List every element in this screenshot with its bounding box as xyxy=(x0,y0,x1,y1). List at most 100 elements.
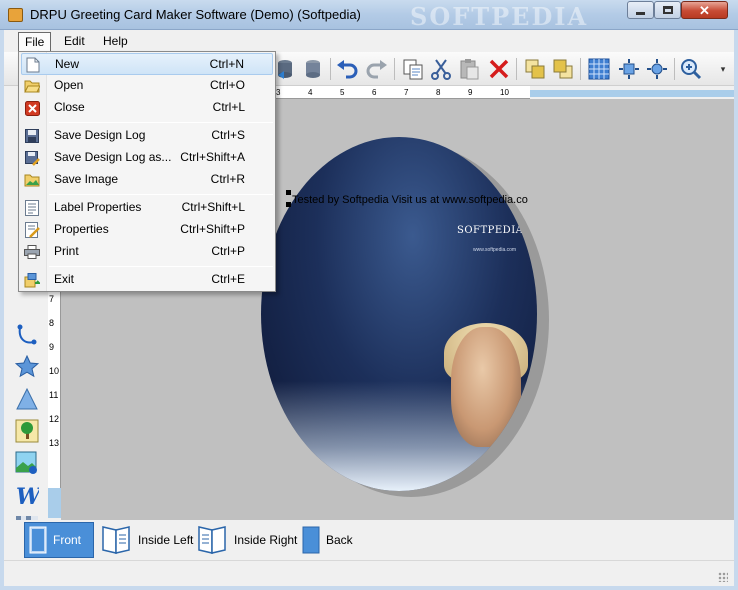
ruler-number: 11 xyxy=(49,390,59,400)
menu-item-print[interactable]: Print Ctrl+P xyxy=(21,241,273,263)
zoom-in-button[interactable] xyxy=(678,56,704,82)
menu-item-label: Open xyxy=(54,78,84,92)
database-icon xyxy=(278,60,292,79)
book-open-left-icon xyxy=(100,526,132,554)
app-icon xyxy=(8,8,23,22)
selection-handle[interactable] xyxy=(286,202,291,207)
send-back-button[interactable] xyxy=(550,56,576,82)
image-tool-button[interactable] xyxy=(14,418,40,444)
label-properties-icon xyxy=(24,200,40,216)
delete-icon xyxy=(489,59,509,79)
card-brand-url: www.softpedia.com xyxy=(473,247,517,253)
menu-item-save-design-log[interactable]: Save Design Log Ctrl+S xyxy=(21,125,273,147)
ruler-number: 5 xyxy=(340,88,345,97)
ruler-number: 9 xyxy=(468,88,473,97)
wordart-tool-button[interactable]: W xyxy=(14,482,40,508)
menu-item-exit[interactable]: Exit Ctrl+E xyxy=(21,269,273,291)
ruler-number: 9 xyxy=(49,342,55,352)
paste-icon xyxy=(460,59,479,80)
menu-item-shortcut: Ctrl+N xyxy=(209,57,244,71)
page-tab-label: Front xyxy=(53,533,82,547)
paste-button[interactable] xyxy=(456,56,482,82)
selection-handle[interactable] xyxy=(286,190,291,195)
page-tab-inside-right[interactable]: Inside Right xyxy=(192,522,297,558)
menu-item-label: Properties xyxy=(54,222,109,236)
minimize-button[interactable] xyxy=(627,1,654,19)
picture-tool-button[interactable] xyxy=(14,450,40,476)
resize-grip-icon[interactable] xyxy=(718,572,728,582)
cut-button[interactable] xyxy=(428,56,454,82)
window-title: DRPU Greeting Card Maker Software (Demo)… xyxy=(30,7,361,22)
card-text-caption[interactable]: Tested by Softpedia Visit us at www.soft… xyxy=(292,194,528,206)
maximize-button[interactable] xyxy=(654,1,681,19)
card-photo-face xyxy=(451,327,521,447)
picture-icon xyxy=(15,451,37,474)
svg-text:W: W xyxy=(16,484,39,507)
ruler-number: 12 xyxy=(49,414,60,424)
page-tab-back[interactable]: Back xyxy=(298,522,353,558)
menu-item-save-design-log-as[interactable]: Save Design Log as... Ctrl+Shift+A xyxy=(21,147,273,169)
menu-item-shortcut: Ctrl+Shift+P xyxy=(180,222,245,236)
menu-item-label: New xyxy=(55,57,80,71)
ruler-number: 10 xyxy=(49,366,60,376)
menu-item-shortcut: Ctrl+R xyxy=(210,172,245,186)
curve-tool-button[interactable] xyxy=(14,322,40,348)
bring-front-button[interactable] xyxy=(522,56,548,82)
fit-selection-icon xyxy=(647,59,667,79)
menu-separator xyxy=(49,194,273,195)
menu-item-open[interactable]: Open Ctrl+O xyxy=(21,75,273,97)
exit-icon xyxy=(24,272,40,288)
ruler-number: 3 xyxy=(276,88,281,97)
menu-bar: File Edit Help xyxy=(4,30,734,52)
menu-file[interactable]: File xyxy=(18,32,52,52)
toolbar-separator xyxy=(330,58,331,80)
menu-edit[interactable]: Edit xyxy=(58,32,91,52)
menu-separator xyxy=(49,266,273,267)
page-tab-front[interactable]: Front xyxy=(24,522,94,558)
undo-button[interactable] xyxy=(334,56,360,82)
toolbar-separator xyxy=(516,58,517,80)
menu-item-properties[interactable]: Properties Ctrl+Shift+P xyxy=(21,219,273,241)
copy-button[interactable] xyxy=(400,56,426,82)
curve-icon xyxy=(17,324,37,345)
watermark: SOFTPEDIA xyxy=(410,2,589,31)
undo-icon xyxy=(337,60,358,79)
star-tool-button[interactable] xyxy=(14,354,40,380)
menu-item-shortcut: Ctrl+L xyxy=(212,100,245,114)
toolbar-overflow-button[interactable]: ▾ xyxy=(718,56,728,82)
delete-button[interactable] xyxy=(486,56,512,82)
redo-button[interactable] xyxy=(364,56,390,82)
card-front-image[interactable]: SOFTPEDIA www.softpedia.com xyxy=(261,137,537,491)
triangle-tool-button[interactable] xyxy=(14,386,40,412)
status-bar xyxy=(4,560,734,586)
close-button[interactable]: ✕ xyxy=(681,1,728,19)
ruler-number: 13 xyxy=(49,438,60,448)
vertical-ruler-margin xyxy=(48,488,61,518)
triangle-icon xyxy=(16,387,38,410)
menu-item-label-properties[interactable]: Label Properties Ctrl+Shift+L xyxy=(21,197,273,219)
menu-item-label: Save Design Log as... xyxy=(54,150,172,164)
card-brand: SOFTPEDIA xyxy=(457,225,524,236)
close-document-icon xyxy=(24,100,40,116)
menu-item-close[interactable]: Close Ctrl+L xyxy=(21,97,273,119)
page-tab-inside-left[interactable]: Inside Left xyxy=(96,522,193,558)
book-open-right-icon xyxy=(196,526,228,554)
menu-item-save-image[interactable]: Save Image Ctrl+R xyxy=(21,169,273,191)
menu-separator xyxy=(49,122,273,123)
database-button-2[interactable] xyxy=(300,56,326,82)
new-document-icon xyxy=(25,57,41,73)
horizontal-ruler: 3 4 5 6 7 8 9 10 xyxy=(274,86,530,99)
redo-icon xyxy=(366,60,387,79)
fit-page-button[interactable] xyxy=(616,56,642,82)
file-menu-dropdown: New Ctrl+N Open Ctrl+O Close Ctrl+L Save… xyxy=(18,51,276,292)
menu-item-shortcut: Ctrl+P xyxy=(211,244,245,258)
fit-selection-button[interactable] xyxy=(644,56,670,82)
menu-item-label: Print xyxy=(54,244,79,258)
bring-front-icon xyxy=(525,59,545,79)
menu-item-shortcut: Ctrl+S xyxy=(211,128,245,142)
grid-button[interactable] xyxy=(586,56,612,82)
menu-help[interactable]: Help xyxy=(97,32,134,52)
ruler-number: 10 xyxy=(500,88,509,97)
menu-item-new[interactable]: New Ctrl+N xyxy=(21,53,273,75)
vertical-ruler: 7 8 9 10 11 12 13 xyxy=(48,292,61,492)
